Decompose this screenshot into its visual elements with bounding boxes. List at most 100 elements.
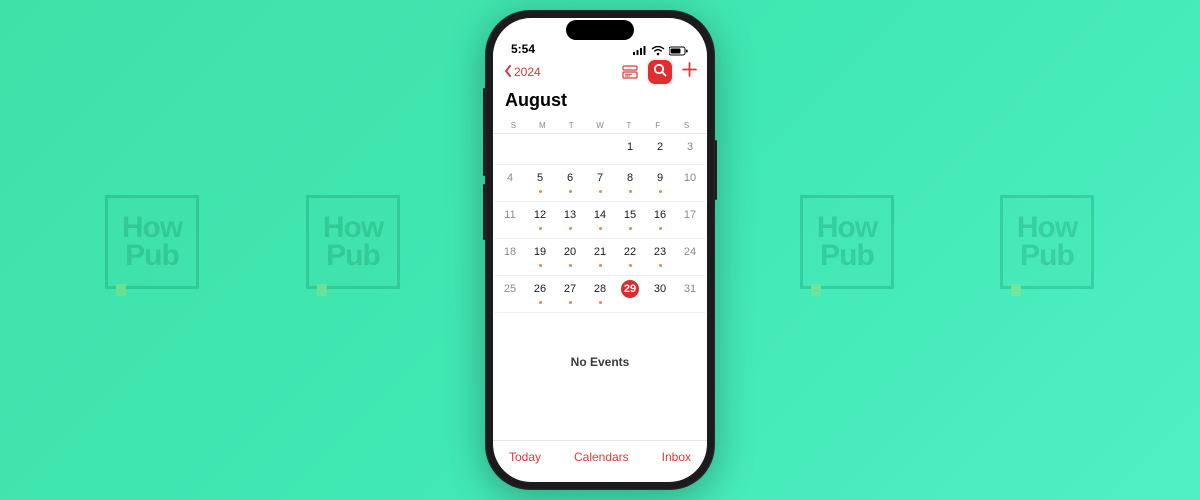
day-cell[interactable]: 12: [525, 202, 555, 238]
search-icon: [653, 63, 667, 82]
day-number: 17: [681, 206, 699, 224]
day-number: 21: [591, 243, 609, 261]
week-row: 18 19 20 21 22 23 24: [495, 239, 705, 276]
day-number: 27: [561, 280, 579, 298]
signal-icon: [633, 46, 647, 56]
event-dot-icon: [659, 227, 662, 230]
day-number: 9: [651, 169, 669, 187]
day-number: 2: [651, 138, 669, 156]
event-dot-icon: [629, 264, 632, 267]
day-cell[interactable]: 30: [645, 276, 675, 312]
event-dot-icon: [539, 264, 542, 267]
day-number: 20: [561, 243, 579, 261]
day-cell[interactable]: 17: [675, 202, 705, 238]
calendars-button[interactable]: Calendars: [574, 450, 629, 464]
day-cell[interactable]: [585, 134, 615, 164]
day-number: 13: [561, 206, 579, 224]
day-cell[interactable]: 29: [615, 276, 645, 312]
day-number: [591, 138, 609, 156]
event-dot-icon: [539, 227, 542, 230]
day-cell[interactable]: 24: [675, 239, 705, 275]
day-cell[interactable]: 2: [645, 134, 675, 164]
day-cell[interactable]: 10: [675, 165, 705, 201]
day-number: 18: [501, 243, 519, 261]
back-label: 2024: [514, 65, 541, 79]
day-cell[interactable]: 27: [555, 276, 585, 312]
day-number: 24: [681, 243, 699, 261]
day-number: 7: [591, 169, 609, 187]
day-cell[interactable]: 20: [555, 239, 585, 275]
add-button[interactable]: [682, 62, 697, 82]
no-events-label: No Events: [493, 313, 707, 440]
event-dot-icon: [539, 190, 542, 193]
week-row: 25 26 27 28 29 30 31: [495, 276, 705, 313]
day-number: 8: [621, 169, 639, 187]
inbox-button[interactable]: Inbox: [662, 450, 691, 464]
watermark: HowPub: [105, 195, 199, 289]
weekday-label: W: [586, 117, 615, 133]
day-cell[interactable]: 25: [495, 276, 525, 312]
day-number: 29: [621, 280, 639, 298]
day-cell[interactable]: 9: [645, 165, 675, 201]
battery-icon: [669, 46, 689, 56]
day-cell[interactable]: 23: [645, 239, 675, 275]
screen: 5:54: [493, 18, 707, 482]
nav-bar: 2024: [493, 58, 707, 88]
watermark: HowPub: [306, 195, 400, 289]
day-cell[interactable]: 15: [615, 202, 645, 238]
day-number: [501, 138, 519, 156]
day-cell[interactable]: 16: [645, 202, 675, 238]
day-cell[interactable]: 18: [495, 239, 525, 275]
day-cell[interactable]: [555, 134, 585, 164]
event-dot-icon: [569, 264, 572, 267]
day-cell[interactable]: 11: [495, 202, 525, 238]
day-cell[interactable]: 13: [555, 202, 585, 238]
search-button[interactable]: [648, 60, 672, 84]
weekday-label: M: [528, 117, 557, 133]
day-cell[interactable]: 3: [675, 134, 705, 164]
watermark: HowPub: [800, 195, 894, 289]
back-button[interactable]: 2024: [503, 65, 541, 80]
today-button[interactable]: Today: [509, 450, 541, 464]
day-number: 15: [621, 206, 639, 224]
phone-frame: 5:54: [485, 10, 715, 490]
day-cell[interactable]: 4: [495, 165, 525, 201]
weekday-label: T: [614, 117, 643, 133]
list-view-icon[interactable]: [622, 65, 638, 79]
event-dot-icon: [569, 301, 572, 304]
event-dot-icon: [599, 227, 602, 230]
day-number: 22: [621, 243, 639, 261]
day-cell[interactable]: 14: [585, 202, 615, 238]
day-cell[interactable]: 7: [585, 165, 615, 201]
day-number: 26: [531, 280, 549, 298]
chevron-left-icon: [503, 65, 513, 80]
calendar-grid: 1234567891011121314151617181920212223242…: [493, 134, 707, 313]
day-cell[interactable]: 26: [525, 276, 555, 312]
day-cell[interactable]: [525, 134, 555, 164]
day-number: [561, 138, 579, 156]
day-cell[interactable]: 22: [615, 239, 645, 275]
day-number: 10: [681, 169, 699, 187]
day-cell[interactable]: 8: [615, 165, 645, 201]
day-number: 4: [501, 169, 519, 187]
day-cell[interactable]: 5: [525, 165, 555, 201]
day-cell[interactable]: 19: [525, 239, 555, 275]
day-cell[interactable]: 31: [675, 276, 705, 312]
event-dot-icon: [629, 227, 632, 230]
day-number: 30: [651, 280, 669, 298]
wifi-icon: [651, 46, 665, 56]
bottom-toolbar: Today Calendars Inbox: [493, 440, 707, 482]
day-cell[interactable]: 1: [615, 134, 645, 164]
watermark: HowPub: [1000, 195, 1094, 289]
day-cell[interactable]: [495, 134, 525, 164]
day-number: 1: [621, 138, 639, 156]
day-number: 23: [651, 243, 669, 261]
week-row: 456789 10: [495, 165, 705, 202]
day-cell[interactable]: 21: [585, 239, 615, 275]
weekday-header: SMTWTFS: [493, 117, 707, 134]
event-dot-icon: [569, 190, 572, 193]
day-number: 6: [561, 169, 579, 187]
event-dot-icon: [629, 190, 632, 193]
day-cell[interactable]: 6: [555, 165, 585, 201]
day-cell[interactable]: 28: [585, 276, 615, 312]
